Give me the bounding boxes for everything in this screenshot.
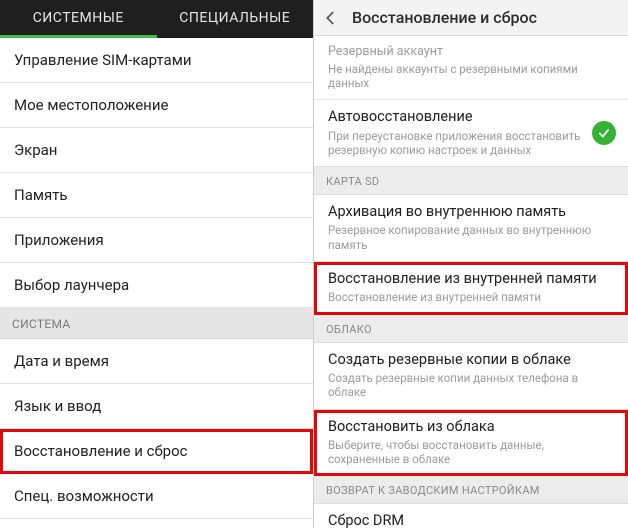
- sublabel: Восстановление из внутренней памяти: [328, 290, 614, 304]
- setting-drm-reset[interactable]: Сброс DRM Удаление всех DRM-лицензий: [314, 504, 628, 528]
- section-system: СИСТЕМА: [0, 308, 313, 339]
- setting-backup-account[interactable]: Резервный аккаунт Не найдены аккаунты с …: [314, 36, 628, 100]
- label: Архивация во внутреннюю память: [328, 203, 614, 221]
- item-memory[interactable]: Память: [0, 173, 313, 218]
- checkmark-icon[interactable]: [592, 121, 616, 145]
- tabbar: СИСТЕМНЫЕ СПЕЦИАЛЬНЫЕ: [0, 0, 313, 38]
- item-display[interactable]: Экран: [0, 128, 313, 173]
- label: Создать резервные копии в облаке: [328, 351, 614, 369]
- section-factory: ВОЗВРАТ К ЗАВОДСКИМ НАСТРОЙКАМ: [314, 476, 628, 504]
- item-accessibility[interactable]: Спец. возможности: [0, 474, 313, 519]
- item-datetime[interactable]: Дата и время: [0, 339, 313, 384]
- titlebar: Восстановление и сброс: [314, 0, 628, 36]
- backup-reset-panel: Восстановление и сброс Резервный аккаунт…: [314, 0, 628, 528]
- label: Автовосстановление: [328, 108, 614, 126]
- section-sd: КАРТА SD: [314, 167, 628, 195]
- setting-cloud-backup[interactable]: Создать резервные копии в облаке Создать…: [314, 343, 628, 410]
- tab-special[interactable]: СПЕЦИАЛЬНЫЕ: [157, 0, 314, 38]
- sublabel: При переустановке приложения восстановит…: [328, 129, 614, 158]
- label: Сброс DRM: [328, 512, 614, 528]
- item-language[interactable]: Язык и ввод: [0, 384, 313, 429]
- sublabel: Выберите, чтобы восстановить данные, сох…: [328, 438, 614, 467]
- item-location[interactable]: Мое местоположение: [0, 83, 313, 128]
- sublabel: Резервное копирование данных во внутренн…: [328, 223, 614, 252]
- sublabel: Создать резервные копии данных телефона …: [328, 371, 614, 400]
- setting-auto-restore[interactable]: Автовосстановление При переустановке при…: [314, 100, 628, 167]
- item-about[interactable]: О телефоне: [0, 519, 313, 528]
- settings-left-panel: СИСТЕМНЫЕ СПЕЦИАЛЬНЫЕ Управление SIM-кар…: [0, 0, 314, 528]
- item-backup-reset[interactable]: Восстановление и сброс: [0, 429, 313, 474]
- label: Восстановление из внутренней памяти: [328, 270, 614, 288]
- setting-restore-internal[interactable]: Восстановление из внутренней памяти Восс…: [314, 262, 628, 315]
- item-apps[interactable]: Приложения: [0, 218, 313, 263]
- label: Резервный аккаунт: [328, 44, 614, 60]
- setting-archive-internal[interactable]: Архивация во внутреннюю память Резервное…: [314, 195, 628, 262]
- setting-cloud-restore[interactable]: Восстановить из облака Выберите, чтобы в…: [314, 410, 628, 477]
- label: Восстановить из облака: [328, 418, 614, 436]
- tab-system[interactable]: СИСТЕМНЫЕ: [0, 0, 157, 38]
- section-cloud: ОБЛАКО: [314, 315, 628, 343]
- item-launcher[interactable]: Выбор лаунчера: [0, 263, 313, 308]
- sublabel: Не найдены аккаунты с резервными копиями…: [328, 62, 614, 91]
- back-icon[interactable]: [322, 9, 340, 27]
- page-title: Восстановление и сброс: [352, 8, 537, 27]
- settings-list: Управление SIM-картами Мое местоположени…: [0, 38, 313, 528]
- item-sim[interactable]: Управление SIM-картами: [0, 38, 313, 83]
